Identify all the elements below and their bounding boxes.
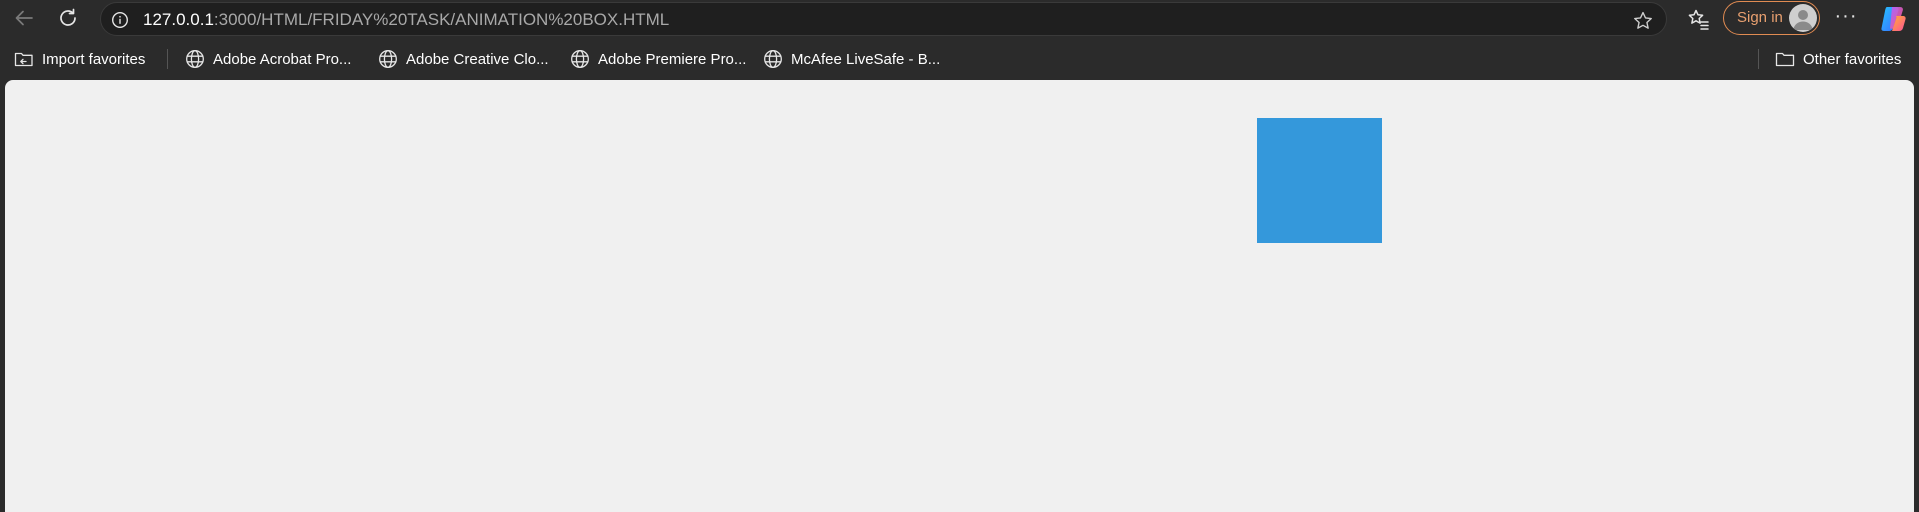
sign-in-label: Sign in: [1737, 9, 1783, 26]
favorite-label: McAfee LiveSafe - B...: [791, 50, 941, 68]
folder-icon: [1775, 52, 1795, 67]
favorites-bar: Import favorites Adobe Acrobat Pro... Ad…: [0, 42, 1919, 76]
globe-icon: [186, 50, 204, 68]
favorites-divider: [167, 49, 168, 69]
favorite-import-favorites[interactable]: Import favorites: [14, 46, 145, 72]
person-icon: [1793, 10, 1813, 30]
url-path: :3000/HTML/FRIDAY%20TASK/ANIMATION%20BOX…: [213, 10, 670, 29]
back-button[interactable]: [8, 2, 40, 34]
copilot-icon[interactable]: [1878, 4, 1908, 34]
site-info-icon[interactable]: [111, 11, 129, 29]
favorites-star-list-icon: [1688, 9, 1709, 30]
more-menu-button[interactable]: ···: [1830, 4, 1862, 32]
reload-button[interactable]: [52, 2, 84, 34]
favorite-label: Adobe Acrobat Pro...: [213, 50, 352, 68]
other-favorites-label: Other favorites: [1803, 50, 1902, 68]
sign-in-button[interactable]: Sign in: [1723, 1, 1820, 35]
animation-box: [1257, 118, 1382, 243]
star-icon[interactable]: [1632, 10, 1654, 32]
url-text[interactable]: 127.0.0.1:3000/HTML/FRIDAY%20TASK/ANIMAT…: [143, 3, 669, 37]
url-host: 127.0.0.1: [143, 10, 214, 29]
avatar: [1789, 4, 1817, 32]
favorite-mcafee-livesafe[interactable]: McAfee LiveSafe - B...: [763, 46, 940, 72]
favorite-adobe-acrobat[interactable]: Adobe Acrobat Pro...: [185, 46, 351, 72]
globe-icon: [571, 50, 589, 68]
favorite-label: Import favorites: [42, 50, 146, 68]
favorite-label: Adobe Creative Clo...: [406, 50, 549, 68]
favorites-button[interactable]: [1684, 5, 1712, 33]
import-favorites-icon: [14, 52, 33, 67]
other-favorites-button[interactable]: Other favorites: [1775, 46, 1901, 72]
arrow-left-icon: [15, 10, 33, 26]
browser-toolbar: 127.0.0.1:3000/HTML/FRIDAY%20TASK/ANIMAT…: [0, 0, 1919, 37]
favorites-divider: [1758, 49, 1759, 69]
globe-icon: [764, 50, 782, 68]
address-bar[interactable]: 127.0.0.1:3000/HTML/FRIDAY%20TASK/ANIMAT…: [100, 2, 1667, 36]
reload-icon: [60, 8, 76, 26]
favorite-adobe-premiere-pro[interactable]: Adobe Premiere Pro...: [570, 46, 746, 72]
page-viewport: [5, 80, 1914, 512]
favorite-adobe-creative-cloud[interactable]: Adobe Creative Clo...: [378, 46, 549, 72]
globe-icon: [379, 50, 397, 68]
favorite-label: Adobe Premiere Pro...: [598, 50, 747, 68]
